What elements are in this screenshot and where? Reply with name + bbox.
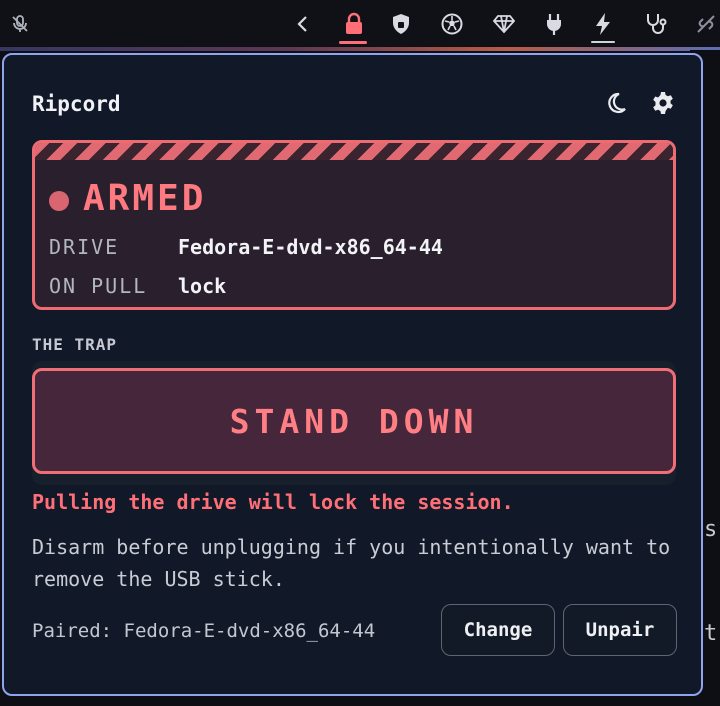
active-indicator: [339, 41, 367, 44]
gear-icon[interactable]: [648, 88, 678, 118]
bolt-indicator: [591, 41, 615, 43]
soccer-ball-icon[interactable]: [437, 9, 467, 39]
shield-icon[interactable]: [386, 9, 416, 39]
lock-icon[interactable]: [339, 9, 369, 39]
trap-section-label: THE TRAP: [32, 335, 118, 354]
warning-text: Pulling the drive will lock the session.: [32, 490, 514, 514]
ripcord-popup: Ripcord ARMED DRIVE Fedora-E-dvd-x86_64-…: [2, 53, 703, 696]
description-text: Disarm before unplugging if you intentio…: [32, 535, 671, 591]
on-pull-key: ON PULL: [49, 274, 148, 298]
plug-icon[interactable]: [539, 9, 569, 39]
background-text: s: [704, 517, 718, 542]
hazard-stripes: [35, 143, 673, 160]
stand-down-button[interactable]: STAND DOWN: [32, 368, 676, 474]
mic-muted-icon[interactable]: [5, 9, 35, 39]
broken-link-icon[interactable]: [691, 9, 720, 39]
drive-value: Fedora-E-dvd-x86_64-44: [178, 235, 443, 259]
drive-key: DRIVE: [49, 235, 120, 259]
change-button[interactable]: Change: [441, 604, 555, 656]
on-pull-value: lock: [178, 274, 227, 298]
diamond-icon[interactable]: [489, 9, 519, 39]
status-label: ARMED: [83, 178, 207, 219]
background-text: t: [704, 621, 718, 646]
moon-icon[interactable]: [601, 88, 631, 118]
accent-gradient-bar: [0, 47, 720, 51]
top-panel: [0, 0, 720, 46]
bolt-icon[interactable]: [588, 9, 618, 39]
chevron-left-icon[interactable]: [288, 9, 318, 39]
popup-title: Ripcord: [32, 92, 121, 116]
paired-drive-text: Paired: Fedora-E-dvd-x86_64-44: [32, 620, 376, 642]
armed-status-card: ARMED DRIVE Fedora-E-dvd-x86_64-44 ON PU…: [32, 140, 676, 310]
status-dot: [49, 191, 69, 211]
stethoscope-icon[interactable]: [641, 9, 671, 39]
unpair-button[interactable]: Unpair: [563, 604, 677, 656]
